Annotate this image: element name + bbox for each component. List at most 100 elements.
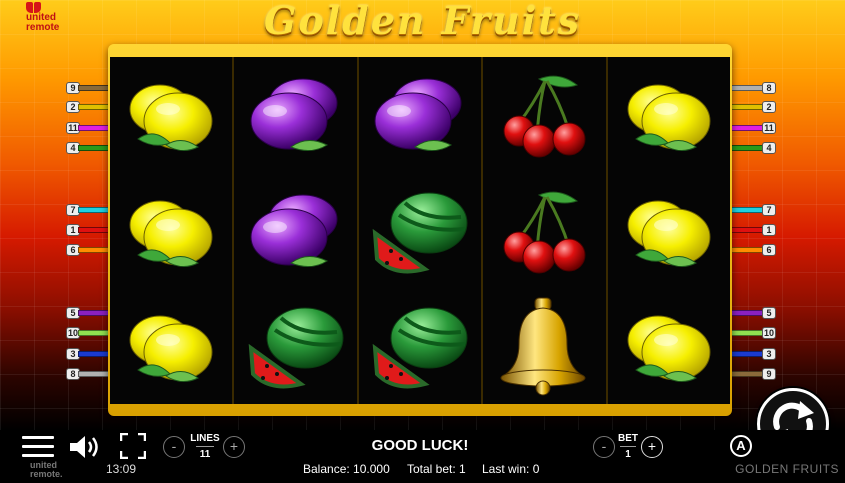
symbol-lemon xyxy=(110,288,232,404)
plum-icon xyxy=(374,78,462,151)
reel-1 xyxy=(110,57,235,404)
payline-color-bar xyxy=(78,207,112,213)
payline-marker-10[interactable]: 10 xyxy=(66,327,112,339)
game-name-footer: GOLDEN FRUITS xyxy=(735,462,839,476)
reel-4 xyxy=(483,57,608,404)
payline-number: 3 xyxy=(762,348,776,360)
payline-number: 11 xyxy=(762,122,776,134)
payline-marker-7[interactable]: 7 xyxy=(66,204,112,216)
payline-number: 4 xyxy=(762,142,776,154)
payline-color-bar xyxy=(730,104,764,110)
lines-minus-button[interactable]: - xyxy=(163,436,185,458)
payline-marker-7[interactable]: 7 xyxy=(730,204,776,216)
fullscreen-icon[interactable] xyxy=(120,433,146,459)
payline-marker-2[interactable]: 2 xyxy=(730,101,776,113)
plum-icon xyxy=(250,194,338,267)
lines-plus-button[interactable]: + xyxy=(223,436,245,458)
symbol-watermelon xyxy=(234,288,356,404)
bet-plus-button[interactable]: + xyxy=(641,436,663,458)
symbol-plum xyxy=(234,57,356,173)
payline-number: 5 xyxy=(762,307,776,319)
total-bet-text: Total bet: 1 xyxy=(407,462,466,476)
footer-brand: united remote. xyxy=(4,461,63,479)
payline-color-bar xyxy=(730,351,764,357)
bet-divider xyxy=(620,446,636,447)
payline-color-bar xyxy=(78,310,112,316)
payline-marker-6[interactable]: 6 xyxy=(730,244,776,256)
payline-marker-2[interactable]: 2 xyxy=(66,101,112,113)
payline-number: 1 xyxy=(762,224,776,236)
payline-marker-9[interactable]: 9 xyxy=(730,368,776,380)
payline-marker-3[interactable]: 3 xyxy=(66,348,112,360)
payline-marker-5[interactable]: 5 xyxy=(730,307,776,319)
footer-brand-line2: remote. xyxy=(30,469,63,479)
balance-text: Balance: 10.000 xyxy=(303,462,390,476)
payline-color-bar xyxy=(78,104,112,110)
payline-marker-11[interactable]: 11 xyxy=(66,122,112,134)
symbol-lemon xyxy=(608,173,730,289)
payline-color-bar xyxy=(730,125,764,131)
watermelon-icon xyxy=(372,192,468,273)
payline-color-bar xyxy=(78,145,112,151)
watermelon-icon xyxy=(248,307,344,389)
payline-color-bar xyxy=(78,351,112,357)
payline-markers-right: 8 2 11 4 7 1 6 5 10 3 9 xyxy=(730,0,776,430)
payline-marker-5[interactable]: 5 xyxy=(66,307,112,319)
symbol-watermelon xyxy=(359,173,481,289)
plum-icon xyxy=(250,78,338,151)
payline-color-bar xyxy=(730,207,764,213)
payline-color-bar xyxy=(78,330,112,336)
lemon-icon xyxy=(627,200,711,267)
lemon-icon xyxy=(129,200,213,267)
payline-number: 2 xyxy=(762,101,776,113)
payline-color-bar xyxy=(730,330,764,336)
bet-label: BET xyxy=(618,433,638,444)
autoplay-button[interactable]: A xyxy=(730,435,752,457)
symbol-lemon xyxy=(110,57,232,173)
payline-marker-8[interactable]: 8 xyxy=(66,368,112,380)
reels-area xyxy=(110,57,730,404)
reel-5 xyxy=(608,57,730,404)
symbol-cherry xyxy=(483,57,605,173)
payline-marker-11[interactable]: 11 xyxy=(730,122,776,134)
payline-marker-4[interactable]: 4 xyxy=(66,142,112,154)
bet-minus-button[interactable]: - xyxy=(593,436,615,458)
payline-color-bar xyxy=(730,85,764,91)
lemon-icon xyxy=(627,84,711,151)
payline-marker-10[interactable]: 10 xyxy=(730,327,776,339)
clock: 13:09 xyxy=(106,462,137,476)
payline-marker-4[interactable]: 4 xyxy=(730,142,776,154)
payline-color-bar xyxy=(78,371,112,377)
bell-icon xyxy=(500,297,586,396)
payline-number: 10 xyxy=(762,327,776,339)
lines-label: LINES xyxy=(190,433,220,444)
control-bar: - LINES 11 + GOOD LUCK! - BET 1 + A unit… xyxy=(0,430,845,483)
payline-marker-6[interactable]: 6 xyxy=(66,244,112,256)
symbol-lemon xyxy=(608,57,730,173)
payline-marker-3[interactable]: 3 xyxy=(730,348,776,360)
sound-icon[interactable] xyxy=(68,433,102,461)
symbol-plum xyxy=(234,173,356,289)
payline-color-bar xyxy=(78,227,112,233)
cherry-icon xyxy=(503,191,586,273)
cherry-icon xyxy=(503,75,586,158)
payline-number: 6 xyxy=(762,244,776,256)
lemon-icon xyxy=(627,315,711,383)
payline-marker-1[interactable]: 1 xyxy=(66,224,112,236)
lines-value: 11 xyxy=(199,449,211,460)
game-title: Golden Fruits xyxy=(263,0,582,43)
reel-3 xyxy=(359,57,484,404)
payline-color-bar xyxy=(730,310,764,316)
menu-icon[interactable] xyxy=(22,436,54,458)
bet-value: 1 xyxy=(625,449,631,460)
lemon-icon xyxy=(129,84,213,151)
payline-marker-1[interactable]: 1 xyxy=(730,224,776,236)
payline-marker-8[interactable]: 8 xyxy=(730,82,776,94)
payline-marker-9[interactable]: 9 xyxy=(66,82,112,94)
payline-color-bar xyxy=(730,371,764,377)
payline-number: 8 xyxy=(762,82,776,94)
symbol-bell xyxy=(483,288,605,404)
symbol-plum xyxy=(359,57,481,173)
symbol-watermelon xyxy=(359,288,481,404)
payline-markers-left: 9 2 11 4 7 1 6 5 10 3 8 xyxy=(66,0,112,430)
